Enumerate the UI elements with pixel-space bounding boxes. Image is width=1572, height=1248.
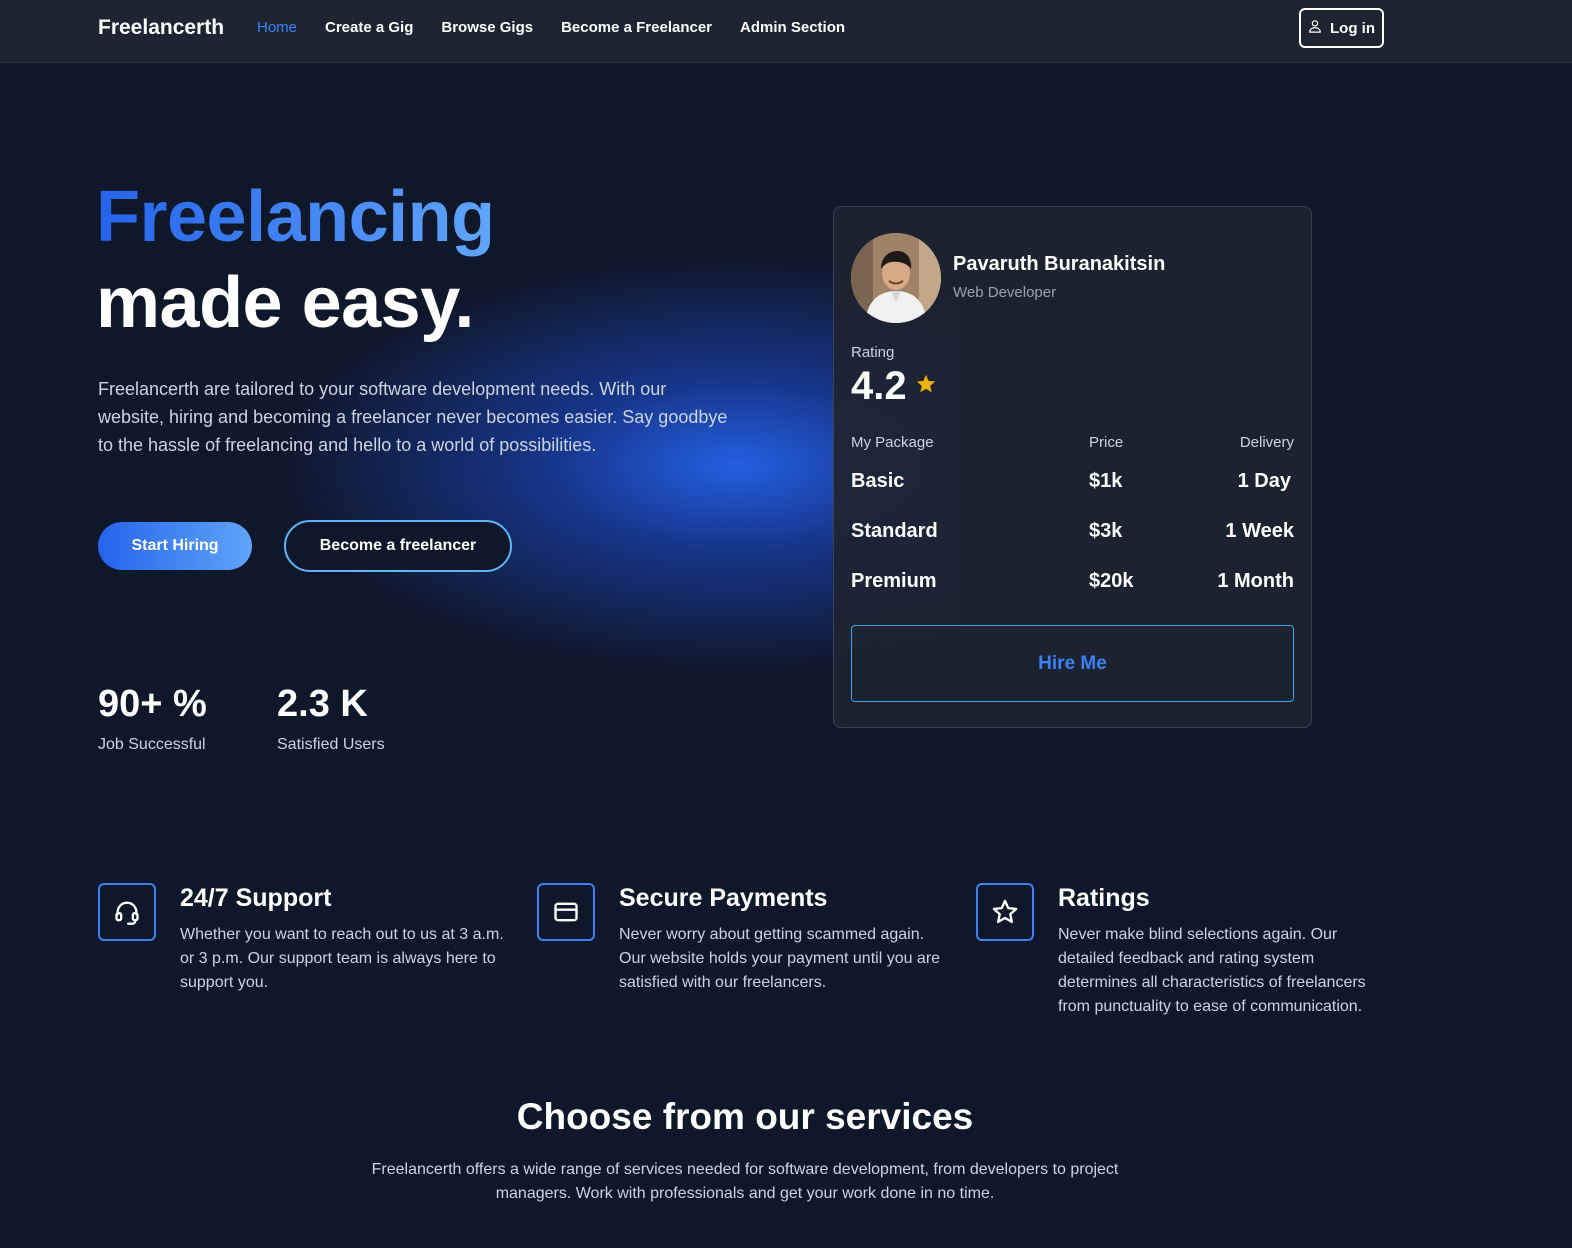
login-button[interactable]: Log in xyxy=(1299,8,1384,48)
feature-description: Whether you want to reach out to us at 3… xyxy=(180,926,504,991)
hire-me-button[interactable]: Hire Me xyxy=(851,625,1294,702)
feature-description: Never worry about getting scammed again.… xyxy=(619,926,941,991)
package-delivery: 1 Month xyxy=(1217,570,1294,592)
stat-satisfied-users: 2.3 K Satisfied Users xyxy=(277,683,385,754)
nav-link-browse-gigs[interactable]: Browse Gigs xyxy=(441,19,533,36)
login-label: Log in xyxy=(1330,19,1375,37)
rating: 4.2 xyxy=(851,364,937,409)
package-price: $20k xyxy=(1089,570,1134,592)
hero-title-highlight: Freelancing xyxy=(96,177,495,257)
stat-value: 2.3 K xyxy=(277,683,368,725)
stat-value: 90+ % xyxy=(98,683,207,725)
freelancer-role: Web Developer xyxy=(953,284,1057,301)
package-price: $3k xyxy=(1089,520,1123,542)
nav-links: Home Create a Gig Browse Gigs Become a F… xyxy=(257,19,845,36)
package-name: Standard xyxy=(851,520,938,542)
services-title: Choose from our services xyxy=(516,1096,974,1137)
package-delivery: 1 Week xyxy=(1225,520,1294,542)
headset-icon xyxy=(98,883,156,941)
services-description: Freelancerth offers a wide range of serv… xyxy=(371,1161,1119,1202)
package-name: Premium xyxy=(851,570,937,592)
feature-description: Never make blind selections again. Our d… xyxy=(1058,926,1366,1015)
freelancer-name: Pavaruth Buranakitsin xyxy=(953,253,1166,275)
package-delivery: 1 Day xyxy=(1237,470,1291,492)
feature-title: 24/7 Support xyxy=(180,884,332,912)
nav-link-create-gig[interactable]: Create a Gig xyxy=(325,19,413,36)
package-price: $1k xyxy=(1089,470,1123,492)
nav-link-become-freelancer[interactable]: Become a Freelancer xyxy=(561,19,712,36)
rating-value: 4.2 xyxy=(851,364,907,408)
user-icon xyxy=(1308,19,1322,37)
price-header: Price xyxy=(1089,434,1124,451)
star-icon xyxy=(915,373,937,400)
nav-link-home[interactable]: Home xyxy=(257,19,297,36)
stat-job-success: 90+ % Job Successful xyxy=(98,683,207,754)
start-hiring-button[interactable]: Start Hiring xyxy=(98,522,252,570)
feature-title: Secure Payments xyxy=(619,884,828,912)
credit-card-icon xyxy=(537,883,595,941)
nav-link-admin-section[interactable]: Admin Section xyxy=(740,19,845,36)
freelancer-profile-card: Pavaruth Buranakitsin Web Developer Rati… xyxy=(833,206,1312,728)
hero-description: Freelancerth are tailored to your softwa… xyxy=(98,379,728,455)
stat-label: Job Successful xyxy=(98,736,206,753)
become-freelancer-button[interactable]: Become a freelancer xyxy=(284,520,512,572)
feature-title: Ratings xyxy=(1058,884,1150,912)
rating-label: Rating xyxy=(851,344,895,361)
brand-logo[interactable]: Freelancerth xyxy=(98,16,224,40)
top-navbar: Freelancerth Home Create a Gig Browse Gi… xyxy=(0,0,1572,63)
package-header: My Package xyxy=(851,434,934,451)
star-outline-icon xyxy=(976,883,1034,941)
package-name: Basic xyxy=(851,470,905,492)
hero-title: made easy. xyxy=(96,263,474,343)
avatar xyxy=(851,233,941,323)
stat-label: Satisfied Users xyxy=(277,736,385,753)
delivery-header: Delivery xyxy=(1239,434,1294,451)
